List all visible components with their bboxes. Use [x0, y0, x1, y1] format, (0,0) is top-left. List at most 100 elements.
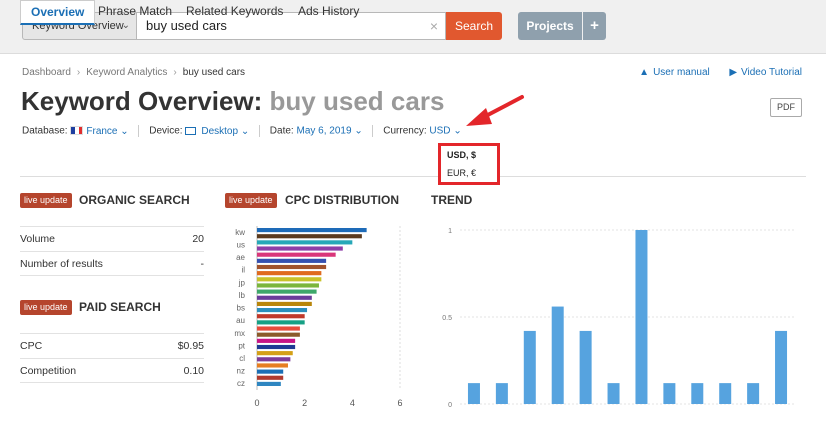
trend-bar: [551, 306, 564, 404]
breadcrumb-keyword-analytics[interactable]: Keyword Analytics: [86, 67, 167, 78]
video-play-icon: ▶: [729, 67, 738, 78]
breadcrumb-current: buy used cars: [182, 67, 246, 78]
cpc-bar: [257, 228, 367, 233]
trend-y-tick-label: 0.5: [442, 315, 452, 322]
cpc-distribution-chart: kw us ae il jp lb bs au mx pt cl nz cz 0 2 4 6: [234, 226, 403, 408]
divider: [259, 125, 261, 137]
cpc-bar: [257, 234, 362, 239]
metric-label: Competition: [20, 365, 77, 377]
trend-chart: 00.51: [442, 228, 795, 409]
trend-bar: [579, 330, 592, 404]
cpc-bar: [257, 369, 284, 374]
metric-row-volume: Volume 20: [20, 226, 204, 251]
cpc-category-label: cz: [237, 379, 245, 388]
date-dropdown[interactable]: May 6, 2019 ⌄: [296, 126, 365, 137]
france-flag-icon: [70, 125, 84, 135]
currency-option-eur[interactable]: EUR, €: [441, 164, 497, 182]
cpc-bar: [257, 320, 305, 325]
title-prefix: Keyword Overview:: [21, 86, 263, 116]
cpc-category-label: kw: [235, 228, 245, 237]
graduation-cap-icon: ▲: [639, 67, 650, 78]
trend-y-tick-label: 1: [448, 228, 452, 235]
cpc-category-label: cl: [239, 354, 245, 363]
search-input[interactable]: buy used cars ×: [137, 12, 446, 40]
cpc-bar: [257, 283, 319, 288]
divider: [138, 125, 140, 137]
projects-button[interactable]: Projects: [518, 12, 582, 40]
help-links: ▲ User manual ▶ Video Tutorial: [639, 67, 802, 78]
currency-value: USD: [429, 125, 451, 137]
cpc-bar: [257, 295, 312, 300]
trend-bar: [607, 383, 620, 404]
search-button[interactable]: Search: [446, 12, 502, 40]
clear-icon[interactable]: ×: [430, 13, 438, 39]
trend-bar: [747, 383, 760, 404]
currency-options-menu: USD, $ EUR, €: [438, 143, 500, 185]
metric-label: CPC: [20, 340, 43, 352]
cpc-bar: [257, 264, 327, 270]
metric-value: 20: [192, 233, 204, 245]
metric-row-cpc: CPC $0.95: [20, 333, 204, 358]
tab-overview[interactable]: Overview: [20, 0, 96, 25]
cpc-bar: [257, 277, 322, 282]
trend-bar: [775, 330, 788, 404]
tab-related-keywords[interactable]: Related Keywords: [186, 0, 283, 25]
date-label: Date:: [269, 125, 294, 137]
tab-phrase-match[interactable]: Phrase Match: [98, 0, 172, 25]
cpc-bar: [257, 381, 281, 386]
trend-y-tick-label: 0: [448, 402, 452, 409]
cpc-category-label: bs: [237, 304, 245, 313]
metric-row-competition: Competition 0.10: [20, 358, 204, 383]
cpc-bar: [257, 363, 288, 368]
device-dropdown[interactable]: Desktop ⌄: [185, 126, 252, 137]
breadcrumb-dashboard[interactable]: Dashboard: [22, 67, 71, 78]
cpc-category-label: il: [241, 266, 245, 275]
tab-ads-history[interactable]: Ads History: [298, 0, 359, 25]
breadcrumb: Dashboard › Keyword Analytics › buy used car…: [22, 67, 245, 78]
live-update-badge: live update: [225, 193, 277, 208]
title-keyword: buy used cars: [269, 86, 445, 116]
cpc-category-label: mx: [234, 329, 245, 338]
cpc-category-label: jp: [238, 278, 246, 287]
add-project-button[interactable]: +: [583, 12, 606, 40]
trend-title: TREND: [431, 193, 473, 207]
cpc-bar: [257, 258, 327, 263]
pdf-export-button[interactable]: PDF: [770, 98, 802, 117]
cpc-bar: [257, 314, 305, 319]
chevron-down-icon: ⌄: [240, 125, 250, 137]
cpc-bar: [257, 375, 284, 380]
currency-option-usd[interactable]: USD, $: [441, 146, 497, 164]
live-update-badge: live update: [20, 300, 72, 315]
user-manual-link[interactable]: User manual: [653, 67, 710, 78]
cpc-category-label: lb: [239, 291, 246, 300]
trend-bar: [523, 330, 536, 404]
cpc-bar: [257, 246, 343, 251]
cpc-category-label: au: [236, 316, 245, 325]
cpc-bar: [257, 301, 312, 306]
trend-bar: [635, 230, 648, 404]
chevron-down-icon: ⌄: [354, 125, 363, 137]
database-dropdown[interactable]: France ⌄: [70, 125, 131, 137]
desktop-icon: [185, 126, 197, 135]
database-value: France: [86, 125, 118, 137]
trend-bar: [691, 383, 704, 404]
trend-bar: [467, 383, 480, 404]
metric-value: $0.95: [177, 340, 204, 352]
video-tutorial-link[interactable]: Video Tutorial: [741, 67, 802, 78]
device-label: Device:: [149, 125, 183, 137]
cpc-bar: [257, 271, 322, 276]
cpc-bar: [257, 338, 296, 343]
organic-search-title: ORGANIC SEARCH: [79, 193, 190, 207]
cpc-bar: [257, 240, 353, 245]
metric-value: 0.10: [183, 365, 204, 377]
live-update-badge: live update: [20, 193, 72, 208]
currency-dropdown[interactable]: USD ⌄: [429, 126, 461, 137]
device-value: Desktop: [201, 125, 239, 137]
cpc-bar: [257, 326, 300, 331]
metric-row-results: Number of results -: [20, 251, 204, 276]
metric-label: Volume: [20, 233, 56, 245]
cpc-x-tick-label: 6: [397, 398, 402, 408]
paid-search-title: PAID SEARCH: [79, 300, 161, 314]
cpc-bar: [257, 344, 296, 350]
date-value: May 6, 2019: [296, 125, 352, 137]
